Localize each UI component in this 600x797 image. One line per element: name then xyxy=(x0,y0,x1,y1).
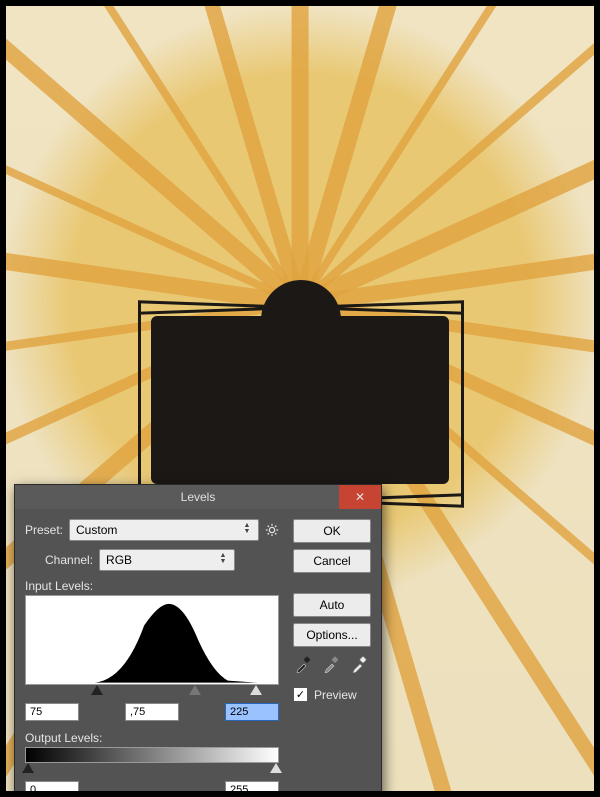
preview-label: Preview xyxy=(314,688,357,702)
black-eyedropper-icon[interactable] xyxy=(295,655,313,673)
channel-value: RGB xyxy=(106,553,132,567)
dialog-title: Levels xyxy=(181,490,216,504)
midtone-slider[interactable] xyxy=(189,685,201,695)
output-shadow-field[interactable] xyxy=(25,781,79,797)
levels-dialog: Levels ✕ Preset: Custom ▲▼ Channe xyxy=(14,484,382,797)
input-slider-track xyxy=(25,685,279,699)
histogram xyxy=(25,595,279,685)
preset-value: Custom xyxy=(76,523,117,537)
camera-silhouette xyxy=(151,316,449,484)
preset-label: Preset: xyxy=(25,523,63,537)
output-shadow-slider[interactable] xyxy=(22,763,34,773)
auto-button[interactable]: Auto xyxy=(293,593,371,617)
close-button[interactable]: ✕ xyxy=(339,485,381,509)
input-highlight-field[interactable] xyxy=(225,703,279,721)
shadow-slider[interactable] xyxy=(91,685,103,695)
output-slider-track xyxy=(25,763,279,777)
preset-menu-button[interactable] xyxy=(265,523,279,537)
output-highlight-slider[interactable] xyxy=(270,763,282,773)
output-gradient xyxy=(25,747,279,763)
options-button[interactable]: Options... xyxy=(293,623,371,647)
preset-select[interactable]: Custom ▲▼ xyxy=(69,519,259,541)
checkbox-icon: ✓ xyxy=(293,687,308,702)
cancel-button[interactable]: Cancel xyxy=(293,549,371,573)
highlight-slider[interactable] xyxy=(250,685,262,695)
white-eyedropper-icon[interactable] xyxy=(351,655,369,673)
input-midtone-field[interactable] xyxy=(125,703,179,721)
channel-label: Channel: xyxy=(45,553,93,567)
channel-select[interactable]: RGB ▲▼ xyxy=(99,549,235,571)
preview-checkbox[interactable]: ✓ Preview xyxy=(293,687,371,702)
output-levels-label: Output Levels: xyxy=(25,731,102,745)
gray-eyedropper-icon[interactable] xyxy=(323,655,341,673)
chevron-updown-icon: ▲▼ xyxy=(240,522,254,536)
close-icon: ✕ xyxy=(355,490,365,504)
output-highlight-field[interactable] xyxy=(225,781,279,797)
dialog-titlebar[interactable]: Levels ✕ xyxy=(15,485,381,509)
input-levels-label: Input Levels: xyxy=(25,579,93,593)
gear-icon xyxy=(265,523,279,537)
input-shadow-field[interactable] xyxy=(25,703,79,721)
ok-button[interactable]: OK xyxy=(293,519,371,543)
chevron-updown-icon: ▲▼ xyxy=(216,552,230,566)
